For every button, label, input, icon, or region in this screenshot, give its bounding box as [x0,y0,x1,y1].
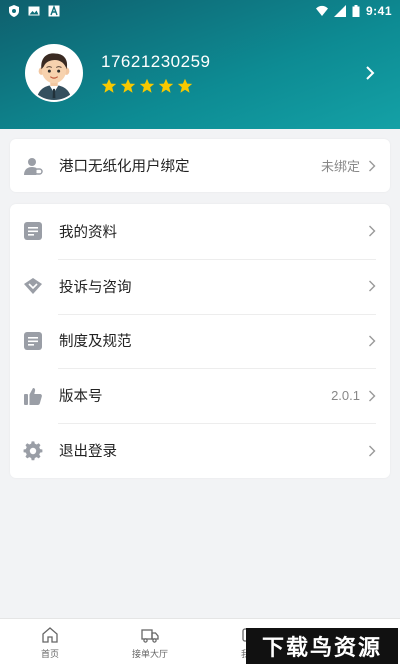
menu-item-label: 我的资料 [59,224,117,241]
menu-item-regulations[interactable]: 制度及规范 [10,313,390,369]
menu-item-label: 退出登录 [59,444,117,461]
chevron-right-icon[interactable] [364,65,376,81]
user-link-icon [24,157,43,175]
chevron-right-icon [369,445,376,457]
chevron-right-icon [369,225,376,237]
document-icon [24,331,42,350]
status-bar: 9:41 [0,0,400,22]
diamond-icon [24,278,42,295]
bind-card: 港口无纸化用户绑定 未绑定 [10,139,390,192]
star-icon [177,78,193,93]
menu-item-version[interactable]: 版本号 2.0.1 [10,368,390,423]
home-icon [42,626,58,643]
menu-item-label: 投诉与咨询 [59,279,132,296]
menu-item-my-profile[interactable]: 我的资料 [10,204,390,259]
image-icon [28,6,40,16]
watermark-logo: 下载鸟资源 [246,628,398,664]
bind-user-label: 港口无纸化用户绑定 [59,159,190,175]
chevron-right-icon [369,280,376,292]
status-left [8,5,60,17]
gear-icon [23,440,43,460]
star-icon [120,78,136,93]
nav-item-label: 首页 [40,649,59,660]
bind-status-value: 未绑定 [320,160,360,175]
font-a-icon [48,5,60,17]
menu-card: 我的资料 投诉与咨询 制度及规范 版本号 2.0.1 退出登录 [10,204,390,478]
wifi-icon [315,5,328,16]
document-icon [24,222,42,241]
truck-icon [141,628,159,643]
thumbs-up-icon [24,387,42,405]
shield-icon [9,5,19,17]
signal-icon [333,5,346,17]
avatar[interactable] [25,44,83,102]
menu-item-logout[interactable]: 退出登录 [10,423,390,478]
version-value: 2.0.1 [331,388,360,404]
menu-item-label: 制度及规范 [59,334,132,351]
menu-item-complaints[interactable]: 投诉与咨询 [10,258,390,314]
nav-item-home[interactable]: 首页 [0,619,100,666]
avatar-illustration [27,46,81,100]
menu-item-label: 版本号 [59,389,103,406]
star-icon [139,78,155,93]
status-right: 9:41 [315,4,392,18]
chevron-right-icon [369,335,376,347]
phone-number: 17621230259 [101,52,211,71]
nav-item-label: 接单大厅 [131,649,168,660]
nav-item-order-hall[interactable]: 接单大厅 [100,619,200,666]
rating-stars [101,78,364,94]
chevron-right-icon [369,390,376,402]
profile-row[interactable]: 17621230259 [25,43,380,103]
battery-icon [352,5,360,17]
bind-user-row[interactable]: 港口无纸化用户绑定 未绑定 [10,139,390,192]
profile-header: 9:41 17621230259 [0,0,400,129]
star-icon [158,78,174,93]
star-icon [101,78,117,93]
profile-info: 17621230259 [101,52,364,94]
chevron-right-icon [369,160,376,171]
status-time: 9:41 [365,4,392,18]
